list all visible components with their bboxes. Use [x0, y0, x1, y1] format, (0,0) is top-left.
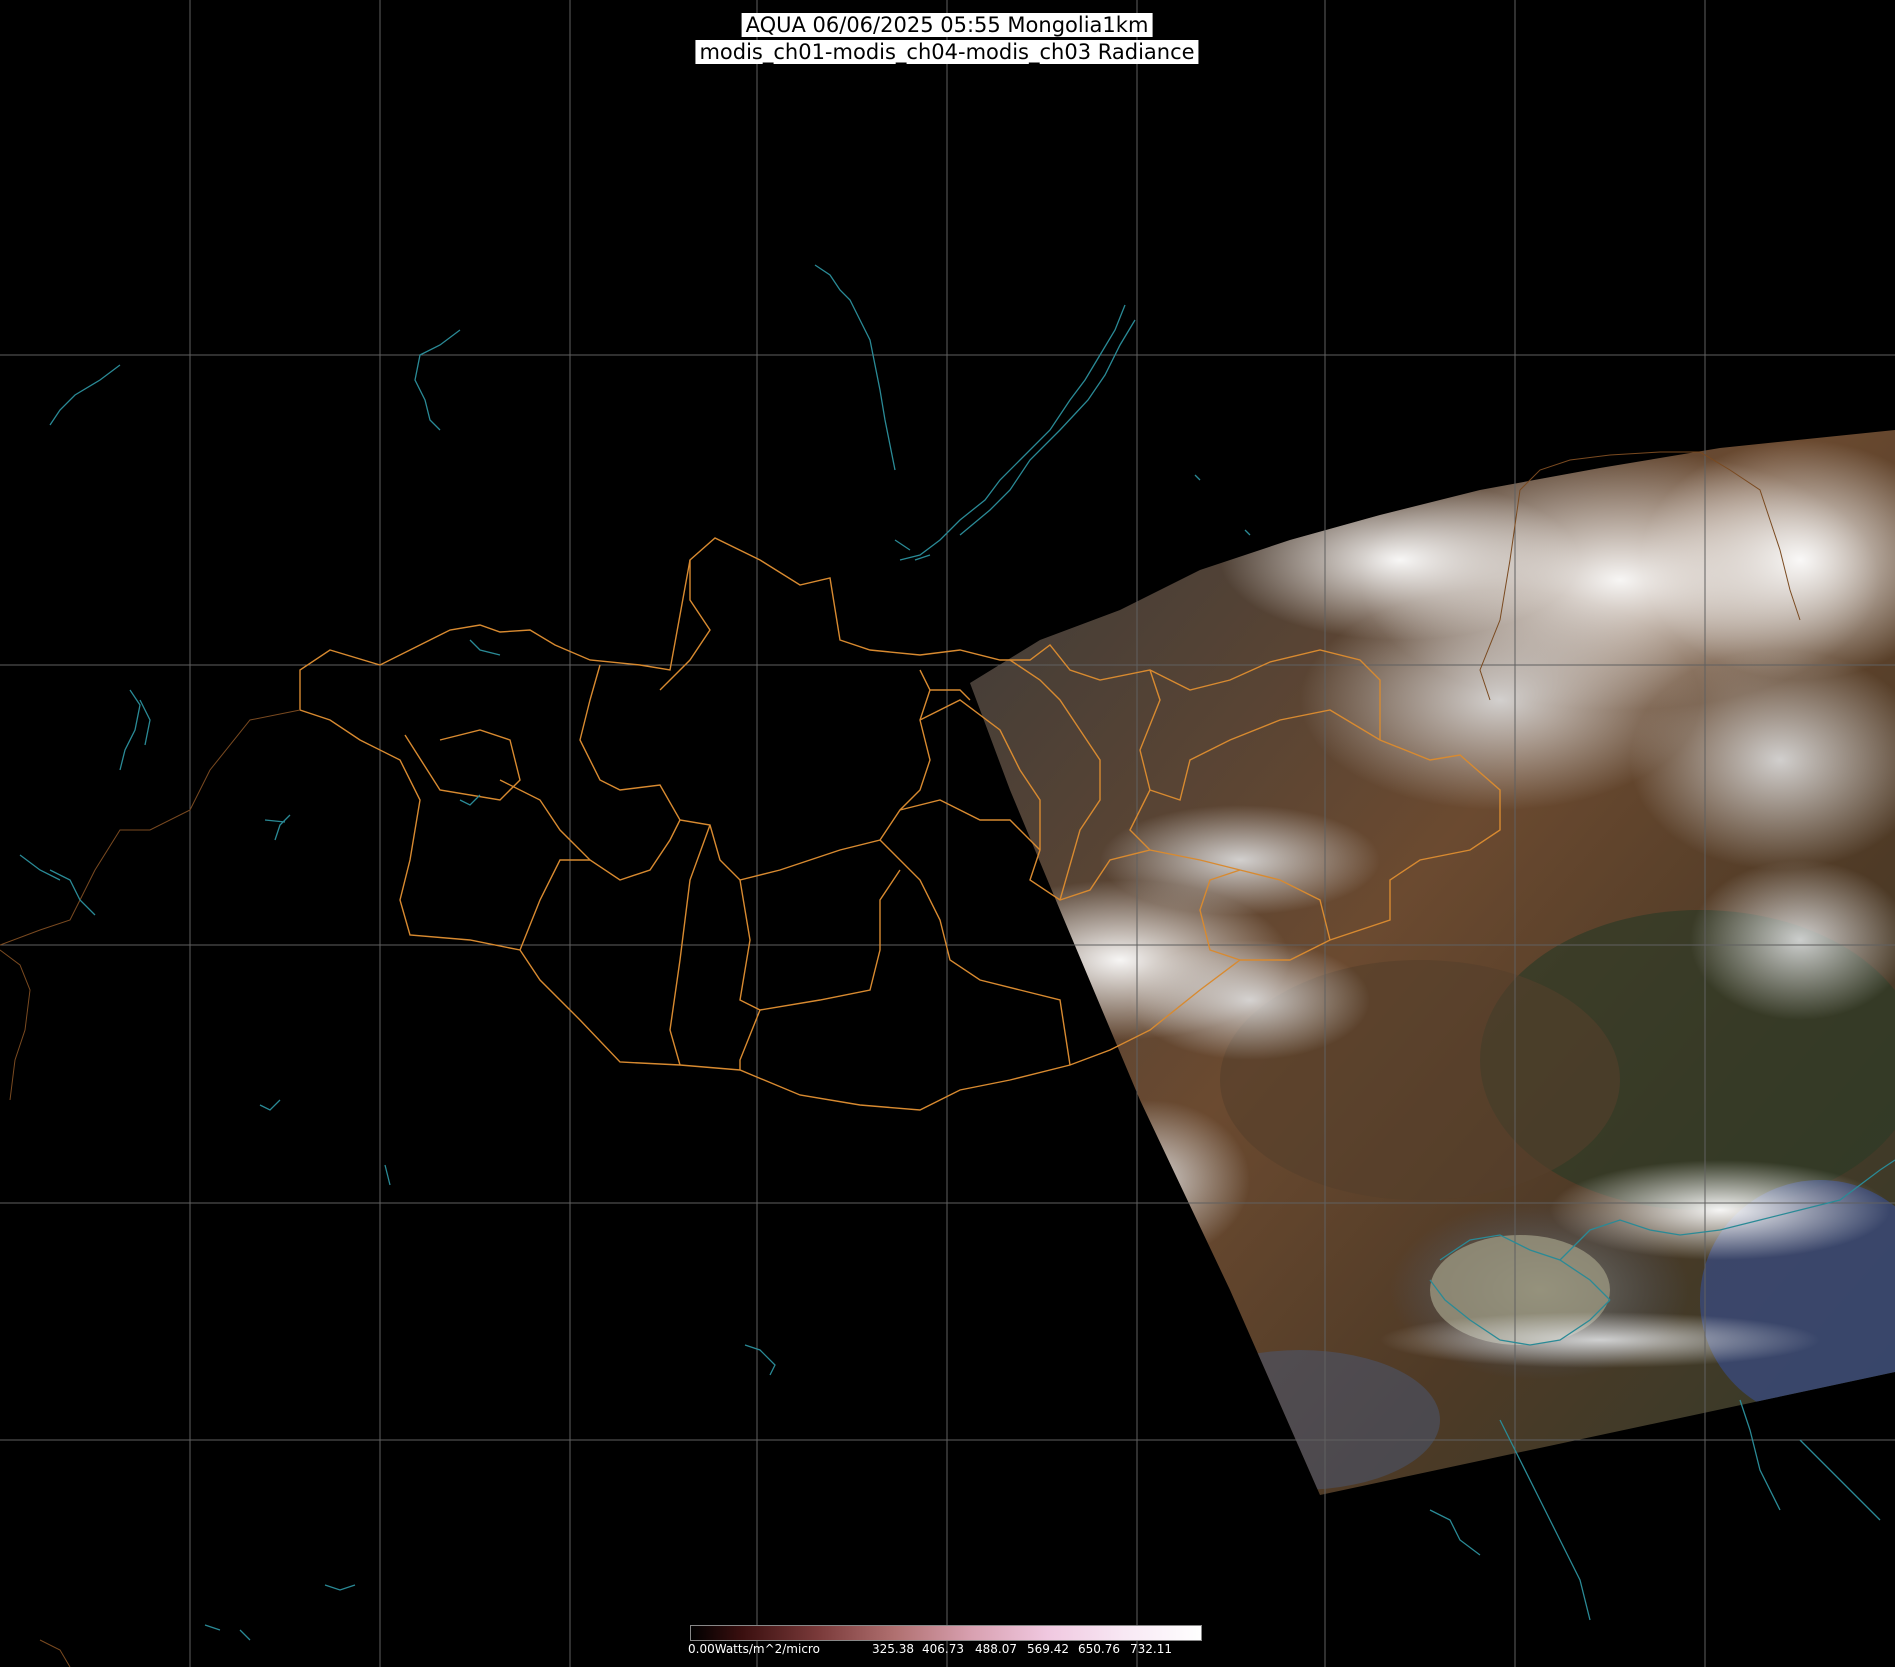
colorbar-tick: 569.42 [1027, 1642, 1069, 1656]
colorbar-min-label: 0.00Watts/m^2/micro [688, 1642, 820, 1656]
colorbar-legend: 0.00Watts/m^2/micro 325.38 406.73 488.07… [688, 1625, 1202, 1663]
satellite-map [0, 0, 1895, 1667]
colorbar-tick: 325.38 [872, 1642, 914, 1656]
map-title-line-1: AQUA 06/06/2025 05:55 Mongolia1km [741, 13, 1153, 37]
colorbar-tick: 650.76 [1078, 1642, 1120, 1656]
colorbar-tick: 732.11 [1130, 1642, 1172, 1656]
satellite-swath-image [970, 430, 1895, 1495]
colorbar-gradient [690, 1625, 1202, 1641]
colorbar-tick: 406.73 [922, 1642, 964, 1656]
colorbar-tick: 488.07 [975, 1642, 1017, 1656]
map-title-line-2: modis_ch01-modis_ch04-modis_ch03 Radianc… [695, 40, 1199, 64]
